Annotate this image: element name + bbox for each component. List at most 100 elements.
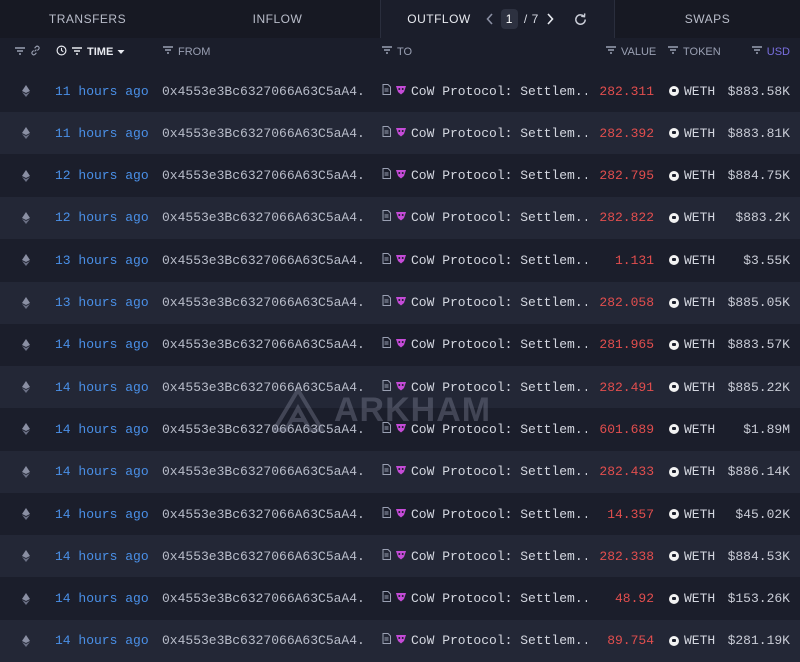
token-column-header[interactable]: TOKEN bbox=[667, 45, 721, 58]
token-cell[interactable]: WETH bbox=[669, 620, 715, 662]
token-symbol: WETH bbox=[684, 506, 716, 522]
table-row[interactable]: 14 hours ago 0x4553e3Bc6327066A63C5aA4...… bbox=[0, 450, 800, 493]
from-column-header[interactable]: FROM bbox=[162, 45, 210, 58]
tab-transfers[interactable]: TRANSFERS bbox=[0, 0, 175, 38]
token-cell[interactable]: WETH bbox=[669, 239, 715, 281]
from-address[interactable]: 0x4553e3Bc6327066A63C5aA4... bbox=[162, 112, 367, 154]
time-link[interactable]: 14 hours ago bbox=[55, 451, 149, 493]
filter-icon[interactable] bbox=[381, 45, 393, 58]
token-cell[interactable]: WETH bbox=[669, 282, 715, 324]
tab-inflow[interactable]: INFLOW bbox=[175, 0, 380, 38]
to-column-header[interactable]: TO bbox=[381, 45, 412, 58]
table-row[interactable]: 14 hours ago 0x4553e3Bc6327066A63C5aA4...… bbox=[0, 408, 800, 450]
token-symbol: WETH bbox=[684, 210, 716, 226]
time-link[interactable]: 14 hours ago bbox=[55, 620, 149, 662]
token-cell[interactable]: WETH bbox=[669, 197, 715, 239]
from-address[interactable]: 0x4553e3Bc6327066A63C5aA4... bbox=[162, 451, 367, 493]
time-link[interactable]: 14 hours ago bbox=[55, 535, 149, 577]
ethereum-chain-icon bbox=[22, 408, 30, 450]
to-entity-label: CoW Protocol: Settlem... bbox=[411, 421, 587, 437]
to-entity[interactable]: CoW Protocol: Settlem... bbox=[382, 197, 587, 239]
weth-token-icon bbox=[669, 128, 679, 139]
time-column-header[interactable]: TIME bbox=[56, 45, 125, 59]
filter-icon[interactable] bbox=[14, 46, 26, 59]
from-address[interactable]: 0x4553e3Bc6327066A63C5aA4... bbox=[162, 408, 367, 450]
to-entity[interactable]: CoW Protocol: Settlem... bbox=[382, 112, 587, 154]
to-entity[interactable]: CoW Protocol: Settlem... bbox=[382, 578, 587, 620]
from-address[interactable]: 0x4553e3Bc6327066A63C5aA4... bbox=[162, 620, 367, 662]
from-address[interactable]: 0x4553e3Bc6327066A63C5aA4... bbox=[162, 282, 367, 324]
filter-icon[interactable] bbox=[751, 45, 763, 58]
time-link[interactable]: 14 hours ago bbox=[55, 324, 149, 366]
token-cell[interactable]: WETH bbox=[669, 324, 715, 366]
time-link[interactable]: 13 hours ago bbox=[55, 239, 149, 281]
table-row[interactable]: 13 hours ago 0x4553e3Bc6327066A63C5aA4...… bbox=[0, 281, 800, 324]
table-row[interactable]: 12 hours ago 0x4553e3Bc6327066A63C5aA4...… bbox=[0, 196, 800, 239]
contract-doc-icon bbox=[382, 421, 391, 437]
tab-outflow[interactable]: OUTFLOW 1 / 7 bbox=[380, 0, 615, 38]
token-cell[interactable]: WETH bbox=[669, 155, 715, 197]
to-entity[interactable]: CoW Protocol: Settlem... bbox=[382, 324, 587, 366]
from-address[interactable]: 0x4553e3Bc6327066A63C5aA4... bbox=[162, 197, 367, 239]
to-entity[interactable]: CoW Protocol: Settlem... bbox=[382, 282, 587, 324]
from-address[interactable]: 0x4553e3Bc6327066A63C5aA4... bbox=[162, 155, 367, 197]
token-cell[interactable]: WETH bbox=[669, 408, 715, 450]
time-link[interactable]: 11 hours ago bbox=[55, 70, 149, 112]
table-row[interactable]: 14 hours ago 0x4553e3Bc6327066A63C5aA4...… bbox=[0, 366, 800, 409]
time-link[interactable]: 13 hours ago bbox=[55, 282, 149, 324]
time-link[interactable]: 12 hours ago bbox=[55, 197, 149, 239]
to-entity[interactable]: CoW Protocol: Settlem... bbox=[382, 239, 587, 281]
from-address[interactable]: 0x4553e3Bc6327066A63C5aA4... bbox=[162, 324, 367, 366]
to-entity[interactable]: CoW Protocol: Settlem... bbox=[382, 408, 587, 450]
ethereum-chain-icon bbox=[22, 70, 30, 112]
table-row[interactable]: 14 hours ago 0x4553e3Bc6327066A63C5aA4...… bbox=[0, 324, 800, 366]
time-link[interactable]: 12 hours ago bbox=[55, 155, 149, 197]
to-entity[interactable]: CoW Protocol: Settlem... bbox=[382, 493, 587, 535]
filter-icon[interactable] bbox=[162, 45, 174, 58]
filter-icon[interactable] bbox=[71, 46, 83, 59]
filter-icon[interactable] bbox=[605, 45, 617, 58]
table-row[interactable]: 14 hours ago 0x4553e3Bc6327066A63C5aA4...… bbox=[0, 619, 800, 662]
to-entity[interactable]: CoW Protocol: Settlem... bbox=[382, 535, 587, 577]
table-row[interactable]: 14 hours ago 0x4553e3Bc6327066A63C5aA4...… bbox=[0, 578, 800, 620]
token-cell[interactable]: WETH bbox=[669, 578, 715, 620]
token-cell[interactable]: WETH bbox=[669, 451, 715, 493]
from-address[interactable]: 0x4553e3Bc6327066A63C5aA4... bbox=[162, 366, 367, 408]
table-row[interactable]: 11 hours ago 0x4553e3Bc6327066A63C5aA4...… bbox=[0, 112, 800, 155]
from-address[interactable]: 0x4553e3Bc6327066A63C5aA4... bbox=[162, 493, 367, 535]
cow-protocol-icon bbox=[395, 84, 407, 99]
token-cell[interactable]: WETH bbox=[669, 70, 715, 112]
from-address[interactable]: 0x4553e3Bc6327066A63C5aA4... bbox=[162, 70, 367, 112]
time-link[interactable]: 14 hours ago bbox=[55, 366, 149, 408]
table-row[interactable]: 13 hours ago 0x4553e3Bc6327066A63C5aA4...… bbox=[0, 239, 800, 281]
time-link[interactable]: 14 hours ago bbox=[55, 493, 149, 535]
sort-down-icon[interactable] bbox=[117, 46, 125, 58]
filter-icon[interactable] bbox=[667, 45, 679, 58]
token-cell[interactable]: WETH bbox=[669, 366, 715, 408]
time-link[interactable]: 14 hours ago bbox=[55, 578, 149, 620]
to-entity[interactable]: CoW Protocol: Settlem... bbox=[382, 70, 587, 112]
table-row[interactable]: 12 hours ago 0x4553e3Bc6327066A63C5aA4...… bbox=[0, 155, 800, 197]
from-address[interactable]: 0x4553e3Bc6327066A63C5aA4... bbox=[162, 239, 367, 281]
time-link[interactable]: 14 hours ago bbox=[55, 408, 149, 450]
table-row[interactable]: 11 hours ago 0x4553e3Bc6327066A63C5aA4...… bbox=[0, 70, 800, 112]
to-entity[interactable]: CoW Protocol: Settlem... bbox=[382, 155, 587, 197]
time-link[interactable]: 11 hours ago bbox=[55, 112, 149, 154]
link-icon[interactable] bbox=[30, 45, 41, 59]
token-cell[interactable]: WETH bbox=[669, 493, 715, 535]
value-column-header[interactable]: VALUE bbox=[605, 45, 656, 58]
from-address[interactable]: 0x4553e3Bc6327066A63C5aA4... bbox=[162, 535, 367, 577]
token-cell[interactable]: WETH bbox=[669, 112, 715, 154]
table-row[interactable]: 14 hours ago 0x4553e3Bc6327066A63C5aA4...… bbox=[0, 493, 800, 535]
to-entity[interactable]: CoW Protocol: Settlem... bbox=[382, 451, 587, 493]
table-row[interactable]: 14 hours ago 0x4553e3Bc6327066A63C5aA4...… bbox=[0, 535, 800, 578]
tab-swaps[interactable]: SWAPS bbox=[615, 0, 800, 38]
usd-column-header[interactable]: USD bbox=[751, 45, 790, 58]
token-cell[interactable]: WETH bbox=[669, 535, 715, 577]
from-address[interactable]: 0x4553e3Bc6327066A63C5aA4... bbox=[162, 578, 367, 620]
to-entity[interactable]: CoW Protocol: Settlem... bbox=[382, 620, 587, 662]
next-page-icon[interactable] bbox=[545, 12, 555, 26]
to-entity[interactable]: CoW Protocol: Settlem... bbox=[382, 366, 587, 408]
prev-page-icon[interactable] bbox=[485, 12, 495, 26]
refresh-icon[interactable] bbox=[573, 12, 588, 27]
